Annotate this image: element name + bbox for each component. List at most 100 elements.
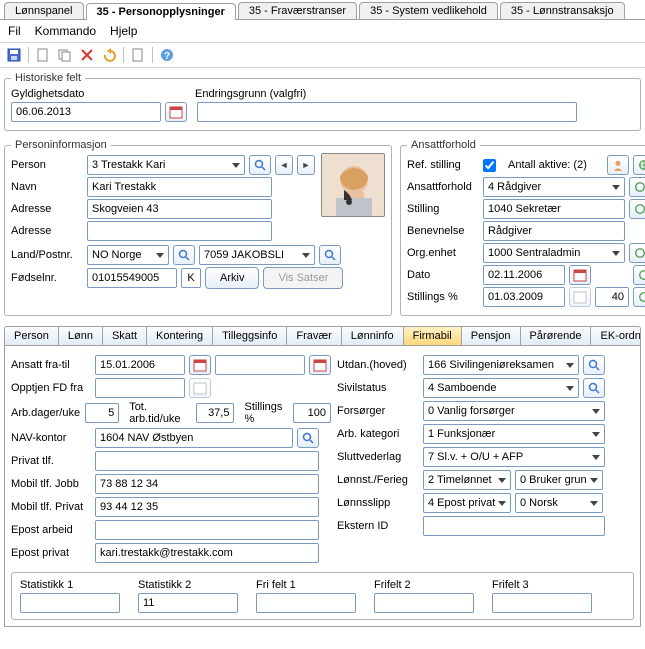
mobiljobb-label: Mobil tlf. Jobb [11,478,91,490]
save-icon[interactable] [6,47,22,63]
epostprivat-input[interactable] [95,543,319,563]
globe-icon[interactable] [629,199,645,219]
globe-icon[interactable] [629,177,645,197]
search-icon[interactable] [583,378,605,398]
next-button[interactable] [297,155,315,175]
calendar-icon[interactable] [189,378,211,398]
subtab-kontering[interactable]: Kontering [147,327,213,345]
slip2-select[interactable]: 0 Norsk [515,493,603,513]
copy-icon[interactable] [57,47,73,63]
subtab-tilleggsinfo[interactable]: Tilleggsinfo [213,327,287,345]
navn-input[interactable] [87,177,272,197]
prev-button[interactable] [275,155,293,175]
menu-hjelp[interactable]: Hjelp [110,24,137,38]
eksternid-input[interactable] [423,516,605,536]
endringsgrunn-input[interactable] [197,102,577,122]
tab-system-vedlikehold[interactable]: 35 - System vedlikehold [359,2,498,19]
subtab-parorende[interactable]: Pårørende [521,327,592,345]
subtab-ekordnin[interactable]: EK-ordnin [591,327,641,345]
ansatt-fra-input[interactable] [95,355,185,375]
tab-lonnstransaksjo[interactable]: 35 - Lønnstransaksjo [500,2,625,19]
frifelt3-label: Frifelt 3 [492,579,592,591]
ansattforhold-select[interactable]: 4 Rådgiver [483,177,625,197]
tab-personopplysninger[interactable]: 35 - Personopplysninger [86,3,236,20]
tot-input[interactable] [196,403,234,423]
calendar-icon[interactable] [569,265,591,285]
search-icon[interactable] [583,355,605,375]
stat2-input[interactable] [138,593,238,613]
stillingspct-date-input[interactable] [483,287,565,307]
orgenhet-label: Org.enhet [407,247,479,259]
stilling-input[interactable] [483,199,625,219]
tab-lonnspanel[interactable]: Lønnspanel [4,2,84,19]
lonnst2-select[interactable]: 0 Bruker grun [515,470,603,490]
subtab-lonn[interactable]: Lønn [59,327,103,345]
stpct-input[interactable] [293,403,331,423]
epostarbeid-input[interactable] [95,520,319,540]
subtab-skatt[interactable]: Skatt [103,327,147,345]
person-icon[interactable] [607,155,629,175]
stillingspct-input[interactable] [595,287,629,307]
stat1-label: Statistikk 1 [20,579,120,591]
calendar-icon[interactable] [309,355,331,375]
arbkat-select[interactable]: 1 Funksjonær [423,424,605,444]
search-icon[interactable] [249,155,271,175]
ref-stilling-checkbox[interactable] [483,159,496,172]
navkontor-input[interactable] [95,428,293,448]
globe-icon[interactable] [633,265,645,285]
search-icon[interactable] [297,428,319,448]
frifelt2-input[interactable] [374,593,474,613]
search-icon[interactable] [319,245,341,265]
search-icon[interactable] [173,245,195,265]
ansatt-til-input[interactable] [215,355,305,375]
mobilpriv-input[interactable] [95,497,319,517]
fodselnr-input[interactable] [87,268,177,288]
frifelt3-input[interactable] [492,593,592,613]
subtab-lonninfo[interactable]: Lønninfo [342,327,404,345]
subtab-person[interactable]: Person [5,327,59,345]
epostarbeid-label: Epost arbeid [11,524,91,536]
arbdager-input[interactable] [85,403,119,423]
forsorger-select[interactable]: 0 Vanlig forsørger [423,401,605,421]
globe-icon[interactable] [633,155,645,175]
dato-input[interactable] [483,265,565,285]
person-select[interactable]: 3 Trestakk Kari [87,155,245,175]
sluttved-select[interactable]: 7 Sl.v. + O/U + AFP [423,447,605,467]
frifelt1-input[interactable] [256,593,356,613]
globe-icon[interactable] [633,287,645,307]
ansatt-label: Ansatt fra-til [11,359,91,371]
tab-fravaerstranser[interactable]: 35 - Fraværstranser [238,2,357,19]
calendar-icon[interactable] [165,102,187,122]
orgenhet-select[interactable]: 1000 Sentraladmin [483,243,625,263]
arkiv-button[interactable]: Arkiv [205,267,259,289]
new-icon[interactable] [35,47,51,63]
calendar-icon[interactable] [569,287,591,307]
postnr-select[interactable]: 7059 JAKOBSLI [199,245,315,265]
opptjen-input[interactable] [95,378,185,398]
subtab-fravaer[interactable]: Fravær [287,327,341,345]
benevnelse-input[interactable] [483,221,625,241]
lonnst1-select[interactable]: 2 Timelønnet [423,470,511,490]
sivilst-select[interactable]: 4 Samboende [423,378,579,398]
person-label: Person [11,159,83,171]
adresse2-input[interactable] [87,221,272,241]
help-icon[interactable]: ? [159,47,175,63]
k-input[interactable] [181,268,201,288]
adresse1-input[interactable] [87,199,272,219]
slip1-select[interactable]: 4 Epost privat [423,493,511,513]
gyldighetsdato-input[interactable] [11,102,161,122]
stat1-input[interactable] [20,593,120,613]
globe-icon[interactable] [629,243,645,263]
blank-icon[interactable] [130,47,146,63]
calendar-icon[interactable] [189,355,211,375]
menu-kommando[interactable]: Kommando [35,24,96,38]
utdan-select[interactable]: 166 Sivilingeniøreksamen [423,355,579,375]
privattlf-input[interactable] [95,451,319,471]
mobiljobb-input[interactable] [95,474,319,494]
land-select[interactable]: NO Norge [87,245,169,265]
menu-fil[interactable]: Fil [8,24,21,38]
subtab-pensjon[interactable]: Pensjon [462,327,521,345]
delete-icon[interactable] [79,47,95,63]
undo-icon[interactable] [101,47,117,63]
subtab-firmabil[interactable]: Firmabil [404,327,462,345]
